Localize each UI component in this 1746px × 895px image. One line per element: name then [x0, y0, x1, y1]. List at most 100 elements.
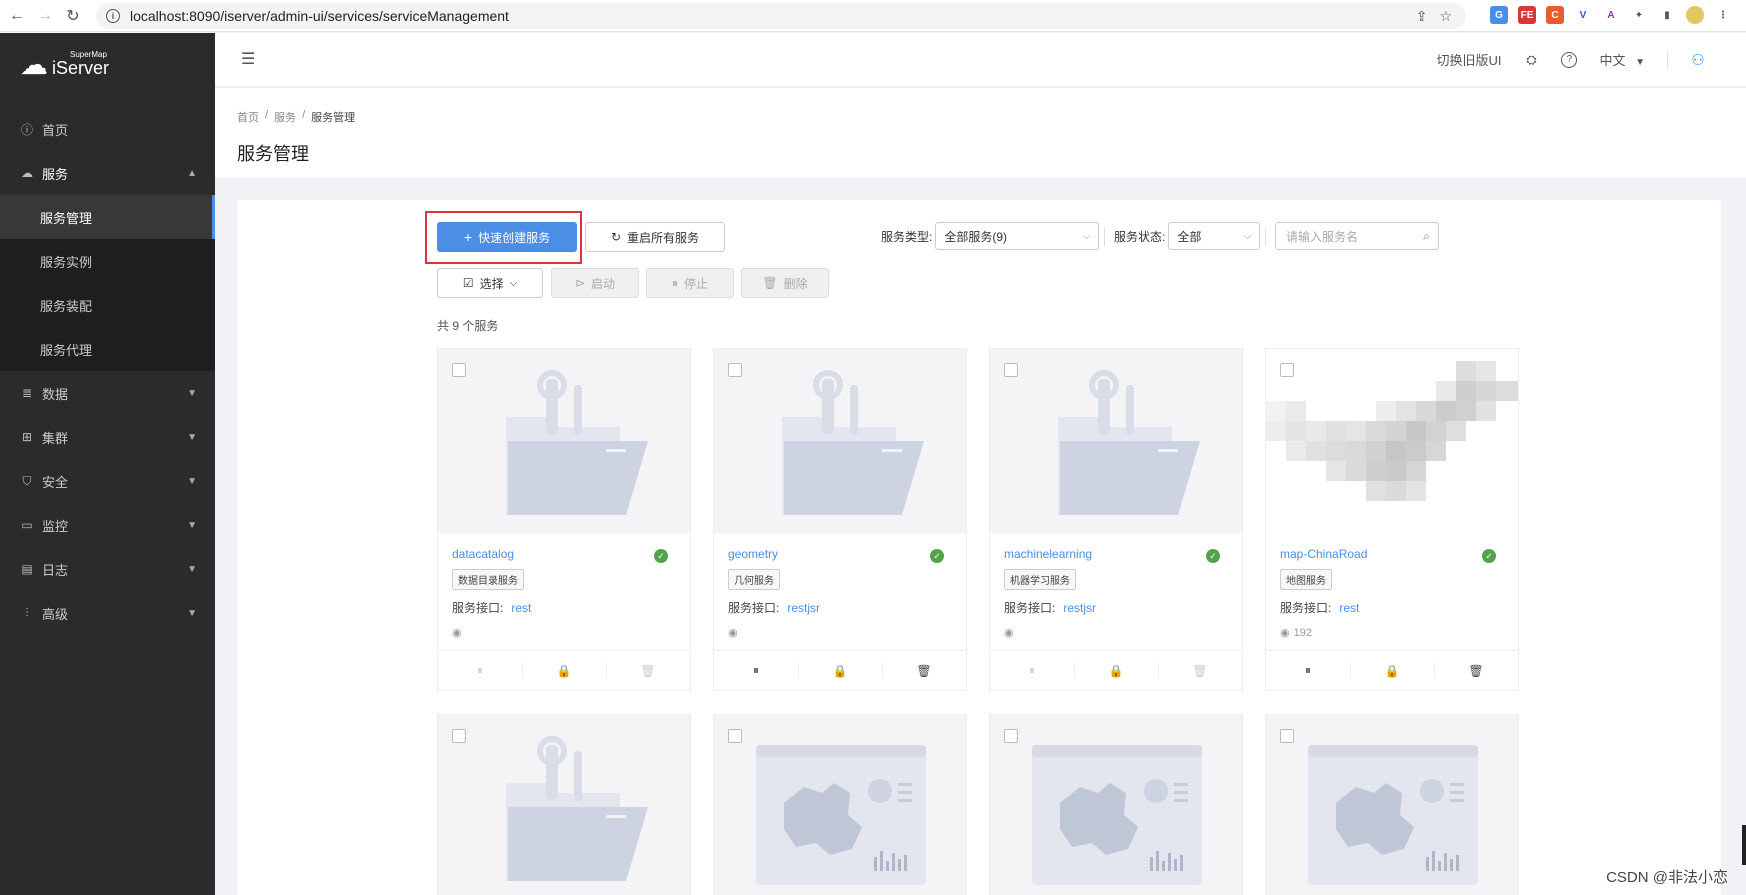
lock-icon[interactable]: 🔒	[1350, 651, 1434, 690]
interface-link[interactable]: restjsr	[787, 601, 820, 615]
bookmark-star-icon[interactable]: ☆	[1439, 8, 1452, 25]
delete-button[interactable]: 🗑 删除	[741, 268, 829, 298]
pause-icon[interactable]: ⏸	[990, 651, 1074, 690]
back-icon[interactable]: ←	[6, 5, 28, 27]
fe-extension-icon[interactable]: FE	[1518, 6, 1536, 24]
service-type-select[interactable]: 全部服务(9) ⌵	[935, 222, 1100, 250]
translate-extension-icon[interactable]: G	[1490, 6, 1508, 24]
service-card[interactable]: map-ChinaRoad ✓ 地图服务 服务接口: rest ◉ 192 ⏸ 🔒 …	[1265, 348, 1519, 691]
service-name-link[interactable]: machinelearning	[1004, 547, 1228, 561]
help-icon[interactable]: ?	[1561, 51, 1578, 68]
shield-icon: ⛉	[22, 473, 32, 488]
forward-icon[interactable]: →	[34, 5, 56, 27]
user-icon[interactable]: ⚇	[1690, 52, 1706, 69]
card-checkbox[interactable]	[728, 729, 742, 743]
profile-avatar-icon[interactable]	[1686, 6, 1704, 24]
sidebar-item-log[interactable]: ▤ 日志 ▼	[0, 547, 215, 591]
folder-tools-icon	[782, 370, 924, 515]
eye-icon: ◉	[452, 627, 462, 639]
service-name-link[interactable]: map-ChinaRoad	[1280, 547, 1504, 561]
logo[interactable]: ☁ SuperMap iServer	[0, 33, 215, 95]
card-checkbox[interactable]	[728, 363, 742, 377]
browser-menu-icon[interactable]: ⋮	[1714, 6, 1732, 24]
pause-icon[interactable]: ⏸	[1266, 651, 1350, 690]
c-extension-icon[interactable]: C	[1546, 6, 1564, 24]
lock-icon[interactable]: 🔒	[798, 651, 882, 690]
pause-icon[interactable]: ⏸	[714, 651, 798, 690]
sidebar-item-advanced[interactable]: ⫶ 高级 ▼	[0, 591, 215, 635]
service-card[interactable]	[989, 714, 1243, 895]
sidebar-item-label: 高级	[42, 606, 69, 622]
search-icon[interactable]: ⌕	[1423, 229, 1430, 244]
sidebar-item-security[interactable]: ⛉ 安全 ▼	[0, 459, 215, 503]
interface-link[interactable]: restjsr	[1063, 601, 1096, 615]
service-status-select[interactable]: 全部 ⌵	[1168, 222, 1261, 250]
share-icon[interactable]: ⇪	[1416, 8, 1428, 25]
service-card[interactable]	[437, 714, 691, 895]
breadcrumb-separator: /	[265, 109, 269, 121]
service-search: 请输入服务名 ⌕	[1275, 222, 1439, 250]
pause-icon[interactable]: ⏸	[438, 651, 522, 690]
breadcrumb-home[interactable]: 首页	[237, 109, 259, 125]
map-preview-mosaic	[1266, 361, 1518, 501]
card-checkbox[interactable]	[452, 729, 466, 743]
stop-button[interactable]: ⏸ 停止	[646, 268, 734, 298]
reload-icon[interactable]: ↻	[62, 5, 84, 27]
trash-icon[interactable]: 🗑	[1158, 651, 1242, 690]
restart-all-services-button[interactable]: ↻ 重启所有服务	[585, 222, 725, 252]
shirt-theme-icon[interactable]: ⛭	[1523, 52, 1539, 68]
sidebar-item-label: 集群	[42, 430, 69, 446]
service-card[interactable]	[1265, 714, 1519, 895]
ar-extension-icon[interactable]: A	[1602, 6, 1620, 24]
sidebar-item-data[interactable]: ≣ 数据 ▼	[0, 371, 215, 415]
highlight-box	[425, 211, 582, 264]
trash-icon[interactable]: 🗑	[882, 651, 966, 690]
breadcrumb-separator: /	[302, 109, 306, 121]
service-name-link[interactable]: geometry	[728, 547, 952, 561]
sidebar-item-cluster[interactable]: ⊞ 集群 ▼	[0, 415, 215, 459]
sidebar-item-home[interactable]: ⓘ 首页	[0, 107, 215, 151]
language-label: 中文	[1599, 53, 1626, 68]
service-card[interactable]: geometry ✓ 几何服务 服务接口: restjsr ◉ ⏸ 🔒 🗑	[713, 348, 967, 691]
interface-link[interactable]: rest	[511, 601, 531, 615]
puzzle-icon[interactable]: ✦	[1630, 6, 1648, 24]
card-checkbox[interactable]	[1004, 729, 1018, 743]
service-type-tag: 地图服务	[1280, 569, 1332, 590]
sidebar-item-monitor[interactable]: ▭ 监控 ▼	[0, 503, 215, 547]
switch-old-ui-link[interactable]: 切换旧版UI	[1436, 50, 1501, 69]
interface-link[interactable]: rest	[1339, 601, 1359, 615]
sidebar-subitem-service-assembly[interactable]: 服务装配	[0, 283, 215, 327]
scrollbar-thumb[interactable]	[1742, 825, 1746, 865]
service-card[interactable]: datacatalog ✓ 数据目录服务 服务接口: rest ◉ ⏸ 🔒 🗑	[437, 348, 691, 691]
service-card[interactable]	[713, 714, 967, 895]
service-thumbnail	[714, 715, 966, 895]
card-checkbox[interactable]	[1280, 363, 1294, 377]
service-interface: 服务接口: rest	[1280, 599, 1504, 616]
sidebar-item-services[interactable]: ☁ 服务 ▲	[0, 151, 215, 195]
start-label: 启动	[591, 276, 616, 291]
sidepanel-icon[interactable]: ▮	[1658, 6, 1676, 24]
trash-icon[interactable]: 🗑	[1434, 651, 1518, 690]
service-type-tag: 几何服务	[728, 569, 780, 590]
v-extension-icon[interactable]: V	[1574, 6, 1592, 24]
start-button[interactable]: ⊳ 启动	[551, 268, 639, 298]
site-info-icon[interactable]: i	[106, 9, 120, 23]
lock-icon[interactable]: 🔒	[522, 651, 606, 690]
sidebar-subitem-service-instances[interactable]: 服务实例	[0, 239, 215, 283]
service-search-input[interactable]: 请输入服务名 ⌕	[1275, 222, 1439, 250]
chevron-down-icon: ⌵	[1243, 230, 1252, 242]
service-card[interactable]: machinelearning ✓ 机器学习服务 服务接口: restjsr ◉ …	[989, 348, 1243, 691]
breadcrumb-services[interactable]: 服务	[274, 109, 296, 125]
collapse-menu-icon[interactable]: ☰	[241, 49, 255, 69]
sidebar-subitem-service-proxy[interactable]: 服务代理	[0, 327, 215, 371]
language-select[interactable]: 中文 ▼	[1599, 50, 1645, 69]
card-checkbox[interactable]	[1004, 363, 1018, 377]
card-checkbox[interactable]	[1280, 729, 1294, 743]
lock-icon[interactable]: 🔒	[1074, 651, 1158, 690]
address-bar[interactable]: i localhost:8090/iserver/admin-ui/servic…	[96, 3, 1466, 29]
card-checkbox[interactable]	[452, 363, 466, 377]
service-name-link[interactable]: datacatalog	[452, 547, 676, 561]
trash-icon[interactable]: 🗑	[606, 651, 690, 690]
select-dropdown-button[interactable]: ☑ 选择 ⌵	[437, 268, 543, 298]
sidebar-subitem-service-management[interactable]: 服务管理	[0, 195, 215, 239]
